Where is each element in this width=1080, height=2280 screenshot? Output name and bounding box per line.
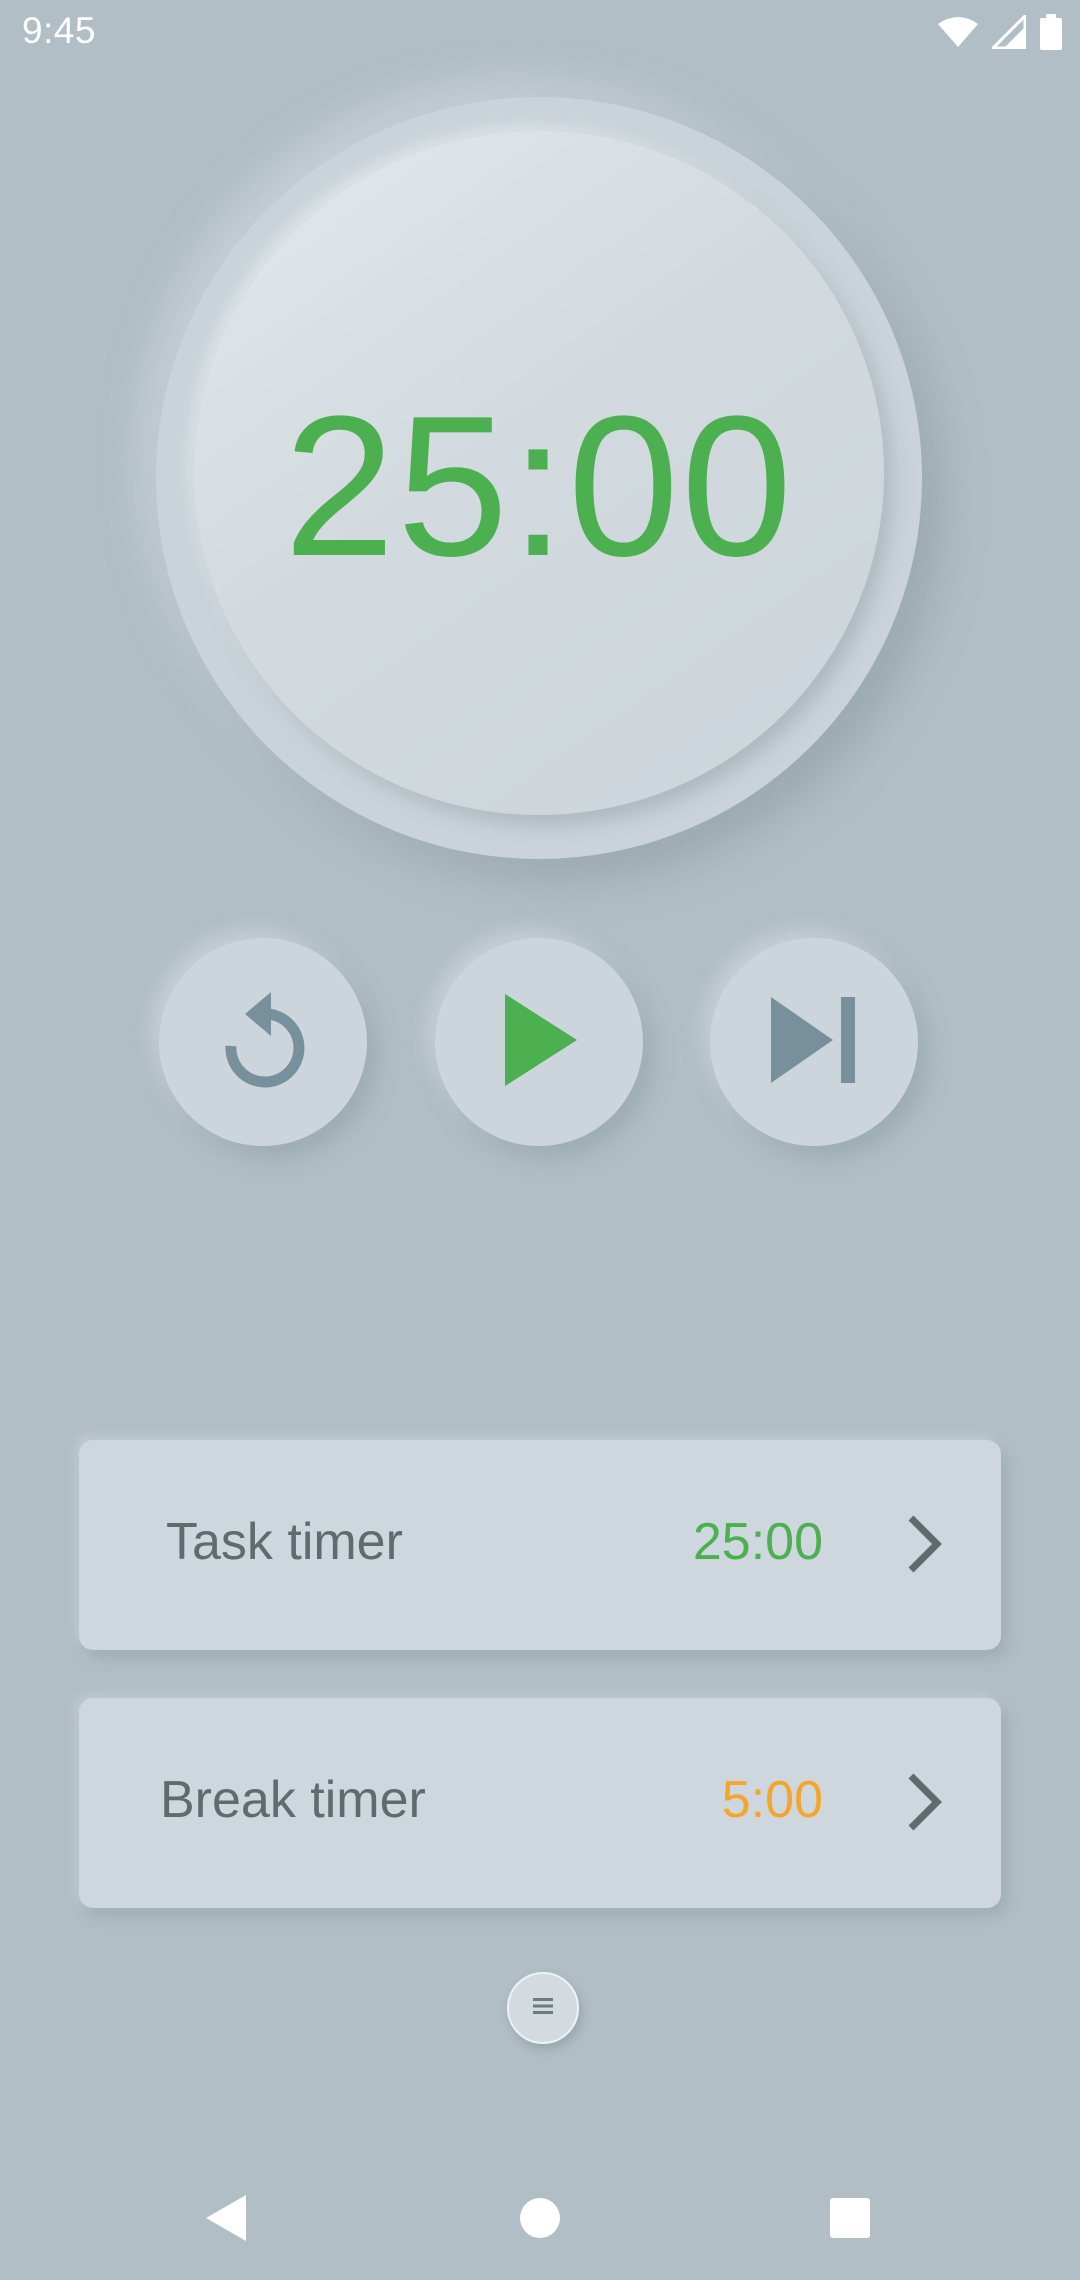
play-icon [499,990,579,1095]
task-timer-label: Task timer [166,1513,403,1571]
timer-dial-face: 25:00 [194,131,884,815]
timer-dial[interactable]: 25:00 [156,97,922,859]
battery-icon [1040,14,1062,55]
chevron-right-icon [905,1514,945,1574]
reset-button[interactable] [159,938,367,1146]
back-icon [204,2193,248,2248]
break-timer-value: 5:00 [721,1771,823,1829]
reset-icon [215,988,311,1097]
wifi-icon [938,16,978,53]
status-time: 9:45 [22,10,97,51]
break-timer-card[interactable]: Break timer 5:00 [79,1698,1001,1908]
chevron-right-icon [905,1772,945,1832]
break-timer-label: Break timer [160,1771,426,1829]
home-button[interactable] [510,2190,570,2250]
status-bar: 9:45 [0,0,1080,66]
skip-next-button[interactable] [710,938,918,1146]
cellular-signal-icon [989,12,1027,54]
home-icon [518,2196,562,2245]
timer-display: 25:00 [283,375,795,598]
recents-button[interactable] [820,2190,880,2250]
menu-icon [532,1995,554,2022]
task-timer-value: 25:00 [692,1513,823,1571]
back-button[interactable] [196,2190,256,2250]
recents-icon [828,2196,872,2245]
navigation-bar [0,2160,1080,2280]
menu-button[interactable] [507,1972,579,2044]
status-icons [938,12,1062,55]
task-timer-card[interactable]: Task timer 25:00 [79,1440,1001,1650]
play-button[interactable] [435,938,643,1146]
skip-next-icon [769,995,859,1090]
